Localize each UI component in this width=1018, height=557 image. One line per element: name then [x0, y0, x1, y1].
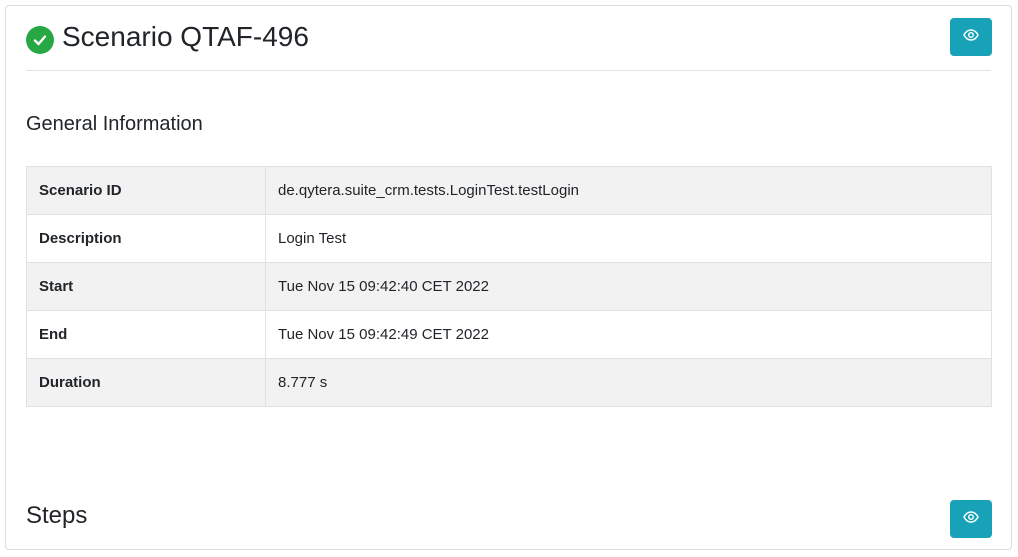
- table-row: Duration 8.777 s: [26, 358, 992, 407]
- general-information-heading: General Information: [26, 113, 203, 135]
- row-key-scenario-id: Scenario ID: [26, 166, 266, 215]
- table-row: Scenario ID de.qytera.suite_crm.tests.Lo…: [26, 166, 992, 215]
- row-key-description: Description: [26, 214, 266, 263]
- row-value-start: Tue Nov 15 09:42:40 CET 2022: [265, 262, 992, 311]
- eye-icon: [963, 28, 979, 46]
- check-circle-icon: [26, 26, 54, 54]
- row-key-start: Start: [26, 262, 266, 311]
- steps-heading: Steps: [26, 502, 88, 529]
- table-row: Description Login Test: [26, 214, 992, 263]
- row-key-duration: Duration: [26, 358, 266, 407]
- row-value-end: Tue Nov 15 09:42:49 CET 2022: [265, 310, 992, 359]
- scenario-card: Scenario QTAF-496 General Information Sc…: [5, 5, 1012, 550]
- page-title: Scenario QTAF-496: [62, 21, 309, 52]
- row-value-scenario-id: de.qytera.suite_crm.tests.LoginTest.test…: [265, 166, 992, 215]
- view-scenario-button[interactable]: [950, 18, 992, 56]
- eye-icon: [963, 510, 979, 528]
- row-value-duration: 8.777 s: [265, 358, 992, 407]
- general-information-table: Scenario ID de.qytera.suite_crm.tests.Lo…: [26, 166, 992, 407]
- scenario-header: Scenario QTAF-496: [26, 6, 992, 71]
- view-steps-button[interactable]: [950, 500, 992, 538]
- table-row: End Tue Nov 15 09:42:49 CET 2022: [26, 310, 992, 359]
- table-row: Start Tue Nov 15 09:42:40 CET 2022: [26, 262, 992, 311]
- row-value-description: Login Test: [265, 214, 992, 263]
- row-key-end: End: [26, 310, 266, 359]
